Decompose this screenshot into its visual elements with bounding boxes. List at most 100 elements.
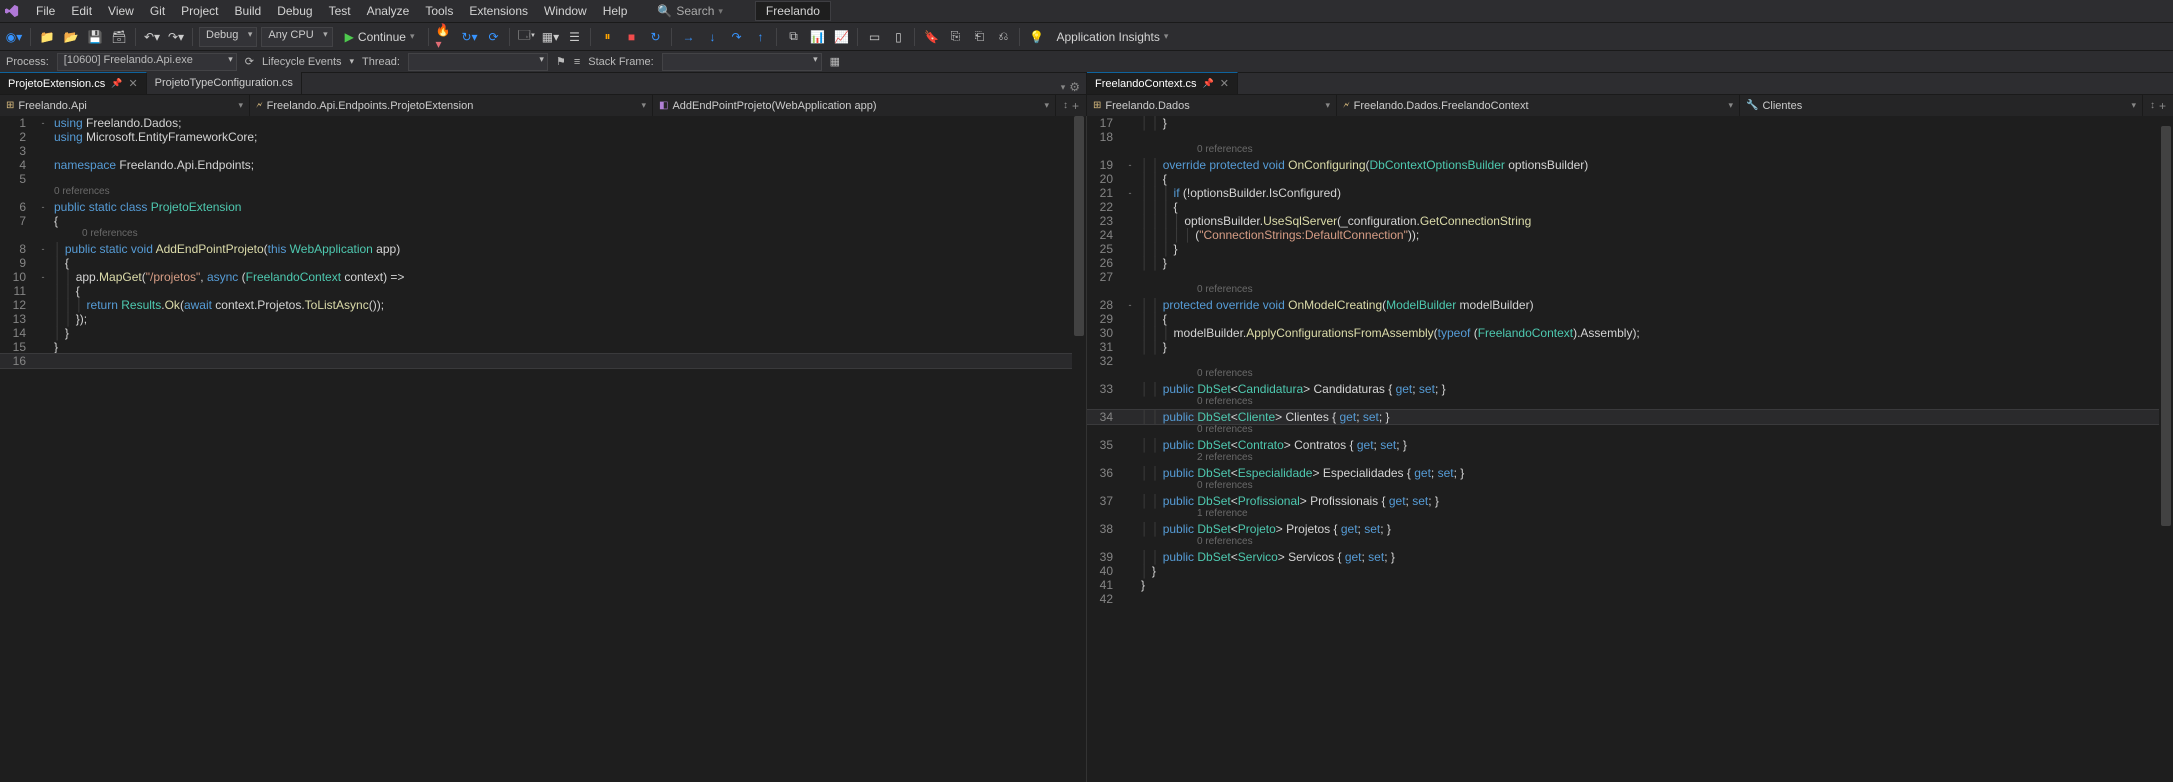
code-line[interactable]: 18: [1087, 130, 2173, 144]
fold-toggle[interactable]: -: [1123, 158, 1137, 172]
perf-b-icon[interactable]: 📈: [831, 27, 851, 47]
step-over-icon[interactable]: ↷: [726, 27, 746, 47]
tab-settings-icon[interactable]: ⚙: [1069, 80, 1080, 94]
menu-git[interactable]: Git: [142, 2, 173, 20]
bp-a-icon[interactable]: ⎘: [945, 27, 965, 47]
refresh-icon[interactable]: ⟳: [483, 27, 503, 47]
menu-debug[interactable]: Debug: [269, 2, 320, 20]
file-tab[interactable]: FreelandoContext.cs📌✕: [1087, 72, 1238, 94]
code-line[interactable]: 10-│ │ app.MapGet("/projetos", async (Fr…: [0, 270, 1086, 284]
code-line[interactable]: 37│ │ public DbSet<Profissional> Profiss…: [1087, 494, 2173, 508]
code-line[interactable]: 40│ }: [1087, 564, 2173, 578]
code-line[interactable]: 32: [1087, 354, 2173, 368]
codelens[interactable]: 2 references: [1087, 452, 2173, 466]
codelens[interactable]: 0 references: [1087, 424, 2173, 438]
stack-combo[interactable]: [662, 53, 822, 71]
nav-back-button[interactable]: ◉▾: [4, 27, 24, 47]
nav-project-right[interactable]: ⊞ Freelando.Dados: [1087, 95, 1337, 116]
bulb-icon[interactable]: 💡: [1026, 27, 1046, 47]
split-icon[interactable]: ↕: [1063, 100, 1068, 111]
code-line[interactable]: 9│ {: [0, 256, 1086, 270]
thread-combo[interactable]: [408, 53, 548, 71]
code-line[interactable]: 31│ │ }: [1087, 340, 2173, 354]
flag-icon[interactable]: ⚑: [556, 55, 566, 68]
code-line[interactable]: 35│ │ public DbSet<Contrato> Contratos {…: [1087, 438, 2173, 452]
open-file-icon[interactable]: 📂: [61, 27, 81, 47]
hot-reload-icon[interactable]: 🔥▾: [435, 27, 455, 47]
code-line[interactable]: 17│ │ }: [1087, 116, 2173, 130]
code-line[interactable]: 11│ │ {: [0, 284, 1086, 298]
close-icon[interactable]: ✕: [128, 77, 137, 90]
code-line[interactable]: 20│ │ {: [1087, 172, 2173, 186]
codelens[interactable]: 0 references: [1087, 368, 2173, 382]
fold-toggle[interactable]: -: [1123, 186, 1137, 200]
code-line[interactable]: 38│ │ public DbSet<Projeto> Projetos { g…: [1087, 522, 2173, 536]
code-line[interactable]: 4namespace Freelando.Api.Endpoints;: [0, 158, 1086, 172]
code-line[interactable]: 33│ │ public DbSet<Candidatura> Candidat…: [1087, 382, 2173, 396]
menu-window[interactable]: Window: [536, 2, 595, 20]
close-icon[interactable]: ✕: [1220, 77, 1229, 90]
codelens[interactable]: 0 references: [0, 228, 1086, 242]
codelens[interactable]: 1 reference: [1087, 508, 2173, 522]
menu-build[interactable]: Build: [227, 2, 270, 20]
step-next-icon[interactable]: →: [678, 27, 698, 47]
editor-left[interactable]: 1-using Freelando.Dados;2using Microsoft…: [0, 116, 1086, 782]
file-tab[interactable]: ProjetoTypeConfiguration.cs: [147, 72, 302, 94]
stop-icon[interactable]: ■: [621, 27, 641, 47]
tool-a-icon[interactable]: ▦▾: [540, 27, 560, 47]
tool-b-icon[interactable]: ☰: [564, 27, 584, 47]
code-line[interactable]: 29│ │ {: [1087, 312, 2173, 326]
platform-combo[interactable]: Any CPU: [261, 27, 332, 47]
continue-button[interactable]: ▶ Continue ▾: [337, 27, 423, 47]
codelens[interactable]: 0 references: [0, 186, 1086, 200]
redo-icon[interactable]: ↷▾: [166, 27, 186, 47]
code-line[interactable]: 28-│ │ protected override void OnModelCr…: [1087, 298, 2173, 312]
code-line[interactable]: 42: [1087, 592, 2173, 606]
fold-toggle[interactable]: -: [36, 116, 50, 130]
scrollbar-right[interactable]: [2159, 116, 2173, 782]
pin-icon[interactable]: 📌: [111, 78, 122, 89]
nav-member-right[interactable]: 🔧 Clientes: [1740, 95, 2143, 116]
codelens[interactable]: 0 references: [1087, 396, 2173, 410]
nav-icon[interactable]: ▯: [888, 27, 908, 47]
code-line[interactable]: 21-│ │ │ if (!optionsBuilder.IsConfigure…: [1087, 186, 2173, 200]
pause-icon[interactable]: ⏸: [597, 27, 617, 47]
code-line[interactable]: 23│ │ │ │ optionsBuilder.UseSqlServer(_c…: [1087, 214, 2173, 228]
add-icon[interactable]: +: [2159, 99, 2166, 113]
save-icon[interactable]: 💾: [85, 27, 105, 47]
fold-toggle[interactable]: -: [1123, 298, 1137, 312]
scrollbar-left[interactable]: [1072, 116, 1086, 782]
app-insights-button[interactable]: Application Insights ▾: [1050, 30, 1174, 44]
browser-icon[interactable]: 🗔▾: [516, 27, 536, 47]
code-line[interactable]: 24│ │ │ │ │ ("ConnectionStrings:DefaultC…: [1087, 228, 2173, 242]
code-line[interactable]: 16: [0, 354, 1086, 368]
code-line[interactable]: 36│ │ public DbSet<Especialidade> Especi…: [1087, 466, 2173, 480]
menu-project[interactable]: Project: [173, 2, 226, 20]
codelens[interactable]: 0 references: [1087, 284, 2173, 298]
codelens[interactable]: 0 references: [1087, 480, 2173, 494]
menu-help[interactable]: Help: [595, 2, 636, 20]
nav-class-left[interactable]: 🗲 Freelando.Api.Endpoints.ProjetoExtensi…: [250, 95, 653, 116]
code-line[interactable]: 8-│ public static void AddEndPointProjet…: [0, 242, 1086, 256]
save-all-icon[interactable]: 🗃: [109, 27, 129, 47]
tab-dropdown-icon[interactable]: ▾: [1061, 82, 1066, 93]
menu-view[interactable]: View: [100, 2, 142, 20]
new-project-icon[interactable]: 📁: [37, 27, 57, 47]
code-line[interactable]: 15}: [0, 340, 1086, 354]
bp-c-icon[interactable]: ⎌: [993, 27, 1013, 47]
code-line[interactable]: 39│ │ public DbSet<Servico> Servicos { g…: [1087, 550, 2173, 564]
code-line[interactable]: 25│ │ │ }: [1087, 242, 2173, 256]
code-line[interactable]: 26│ │ }: [1087, 256, 2173, 270]
menu-file[interactable]: File: [28, 2, 63, 20]
code-line[interactable]: 12│ │ │ return Results.Ok(await context.…: [0, 298, 1086, 312]
find-icon[interactable]: ▭: [864, 27, 884, 47]
codelens[interactable]: 0 references: [1087, 144, 2173, 158]
code-line[interactable]: 22│ │ │ {: [1087, 200, 2173, 214]
file-tab[interactable]: ProjetoExtension.cs📌✕: [0, 72, 147, 94]
solution-name[interactable]: Freelando: [755, 1, 831, 21]
split-icon[interactable]: ↕: [2150, 100, 2155, 111]
code-line[interactable]: 5: [0, 172, 1086, 186]
nav-member-left[interactable]: ◧ AddEndPointProjeto(WebApplication app): [653, 95, 1056, 116]
lifecycle-icon[interactable]: ⟳: [245, 55, 254, 68]
perf-a-icon[interactable]: 📊: [807, 27, 827, 47]
